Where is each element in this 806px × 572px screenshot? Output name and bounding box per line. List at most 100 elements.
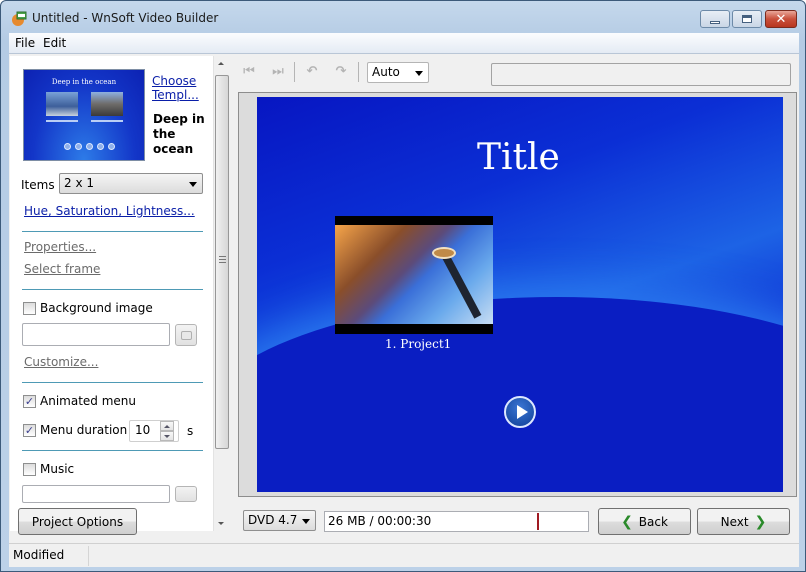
template-thumbnail[interactable]: Deep in the ocean bbox=[23, 69, 145, 161]
template-thumbnail-title: Deep in the ocean bbox=[51, 78, 117, 86]
check-icon: ✓ bbox=[24, 395, 35, 408]
background-image-browse-button[interactable] bbox=[175, 324, 197, 346]
grip-icon bbox=[219, 256, 226, 263]
next-frame-icon[interactable]: ⏭ bbox=[271, 65, 285, 79]
next-button[interactable]: Next ❯ bbox=[697, 508, 790, 535]
undo-icon[interactable]: ↶ bbox=[305, 65, 319, 79]
divider bbox=[22, 231, 203, 232]
items-select-value: 2 x 1 bbox=[64, 176, 94, 190]
thumbnail-image bbox=[335, 225, 493, 324]
status-separator bbox=[88, 546, 89, 566]
back-label: Back bbox=[638, 514, 668, 529]
menu-duration-label: Menu duration bbox=[40, 423, 128, 437]
zoom-select-value: Auto bbox=[372, 65, 400, 79]
zoom-select[interactable]: Auto bbox=[367, 62, 429, 83]
preview-toolbar: ⏮ ⏭ ↶ ↷ Auto bbox=[231, 56, 799, 88]
check-icon: ✓ bbox=[24, 424, 35, 437]
capacity-marker bbox=[537, 513, 539, 530]
toolbar-separator bbox=[358, 62, 359, 82]
template-name-line2: the bbox=[153, 127, 176, 141]
tower-shape bbox=[441, 253, 482, 319]
menu-preview[interactable]: Title 1. Project1 bbox=[257, 97, 783, 492]
spin-up-icon[interactable] bbox=[160, 421, 174, 431]
customize-link[interactable]: Customize... bbox=[24, 355, 98, 369]
template-name-line1: Deep in bbox=[153, 112, 205, 126]
music-label: Music bbox=[40, 462, 75, 476]
maximize-icon bbox=[742, 15, 752, 23]
menu-edit[interactable]: Edit bbox=[43, 36, 66, 50]
redo-icon[interactable]: ↷ bbox=[334, 65, 348, 79]
chevron-right-icon: ❯ bbox=[754, 513, 767, 530]
back-button[interactable]: ❮ Back bbox=[598, 508, 691, 535]
prev-frame-icon[interactable]: ⏮ bbox=[242, 65, 256, 79]
app-window: Untitled - WnSoft Video Builder ✕ File E… bbox=[0, 0, 806, 572]
music-path-input[interactable] bbox=[22, 485, 170, 503]
items-label: Items bbox=[21, 178, 55, 192]
disc-type-select[interactable]: DVD 4.7 bbox=[243, 510, 316, 531]
play-icon[interactable] bbox=[504, 396, 536, 428]
status-bar: Modified bbox=[9, 543, 799, 567]
music-checkbox[interactable] bbox=[23, 463, 36, 476]
template-name: Deep in the ocean bbox=[153, 112, 213, 157]
settings-scrollbar[interactable] bbox=[213, 56, 229, 531]
maximize-button[interactable] bbox=[732, 10, 762, 28]
scrollbar-thumb[interactable] bbox=[215, 75, 229, 449]
template-thumb-image-2 bbox=[91, 92, 123, 116]
menu-duration-spinner[interactable] bbox=[160, 421, 174, 442]
items-select[interactable]: 2 x 1 bbox=[59, 173, 203, 194]
chevron-down-icon bbox=[415, 71, 423, 76]
close-button[interactable]: ✕ bbox=[765, 10, 797, 28]
settings-panel: Deep in the ocean Choose Templ... Deep i… bbox=[10, 56, 229, 531]
project-options-label: Project Options bbox=[31, 514, 124, 529]
menu-duration-checkbox[interactable]: ✓ bbox=[23, 424, 36, 437]
animated-menu-label: Animated menu bbox=[40, 394, 136, 408]
disc-type-value: DVD 4.7 bbox=[248, 513, 298, 527]
next-label: Next bbox=[720, 514, 749, 529]
close-icon: ✕ bbox=[775, 11, 787, 27]
template-thumb-caption-2 bbox=[91, 120, 123, 122]
disc-size-info: 26 MB / 00:00:30 bbox=[328, 514, 432, 528]
menu-title[interactable]: Title bbox=[477, 137, 560, 178]
template-name-line3: ocean bbox=[153, 142, 194, 156]
background-image-label: Background image bbox=[40, 301, 153, 315]
disc-capacity-bar: 26 MB / 00:00:30 bbox=[324, 511, 589, 532]
render-progress-bar bbox=[491, 63, 791, 86]
minimize-button[interactable] bbox=[700, 10, 730, 28]
thumb-rewind-icon bbox=[64, 143, 71, 150]
divider bbox=[22, 382, 203, 383]
project-options-button[interactable]: Project Options bbox=[18, 508, 137, 535]
toolbar-separator bbox=[294, 62, 295, 82]
minimize-icon bbox=[710, 20, 720, 24]
music-browse-button[interactable] bbox=[175, 486, 197, 502]
menu-file[interactable]: File bbox=[15, 36, 35, 50]
chevron-down-icon bbox=[189, 182, 197, 187]
menu-bar: File Edit bbox=[9, 33, 799, 54]
scroll-down-icon[interactable] bbox=[218, 522, 224, 525]
properties-link[interactable]: Properties... bbox=[24, 240, 96, 254]
background-image-checkbox[interactable] bbox=[23, 302, 36, 315]
choose-template-link-line2: Templ... bbox=[152, 88, 199, 102]
folder-icon bbox=[181, 331, 192, 340]
spin-down-icon[interactable] bbox=[160, 431, 174, 441]
divider bbox=[22, 289, 203, 290]
select-frame-link[interactable]: Select frame bbox=[24, 262, 100, 276]
menu-duration-unit: s bbox=[187, 424, 194, 438]
window-title: Untitled - WnSoft Video Builder bbox=[32, 11, 219, 25]
background-image-path-input[interactable] bbox=[22, 323, 170, 346]
divider bbox=[22, 450, 203, 451]
thumb-forward-icon bbox=[108, 143, 115, 150]
thumb-next-icon bbox=[97, 143, 104, 150]
hsl-link[interactable]: Hue, Saturation, Lightness... bbox=[24, 204, 195, 218]
choose-template-link[interactable]: Choose Templ... bbox=[152, 74, 199, 102]
tower-top-shape bbox=[432, 247, 456, 259]
menu-duration-value: 10 bbox=[135, 423, 151, 437]
menu-item-thumbnail[interactable] bbox=[335, 216, 493, 334]
animated-menu-checkbox[interactable]: ✓ bbox=[23, 395, 36, 408]
menu-item-caption[interactable]: 1. Project1 bbox=[385, 337, 451, 351]
preview-frame: Title 1. Project1 bbox=[238, 92, 797, 497]
chevron-down-icon bbox=[302, 519, 310, 524]
choose-template-link-line1: Choose bbox=[152, 74, 197, 88]
thumb-prev-icon bbox=[75, 143, 82, 150]
app-icon bbox=[12, 11, 27, 26]
scroll-up-icon[interactable] bbox=[218, 62, 224, 65]
